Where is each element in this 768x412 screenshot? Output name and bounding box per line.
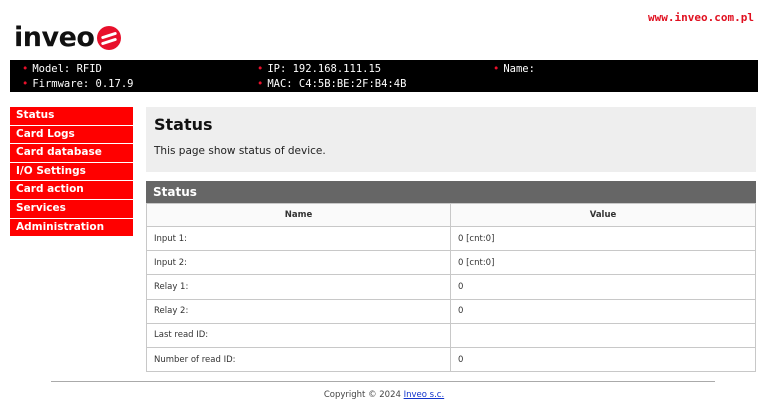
table-row: Input 2: 0 [cnt:0] bbox=[146, 250, 756, 276]
row-value bbox=[450, 322, 756, 348]
bullet-icon: • bbox=[22, 63, 29, 75]
bullet-icon: • bbox=[257, 78, 264, 90]
bullet-icon: • bbox=[257, 63, 264, 75]
menu-item-status[interactable]: Status bbox=[10, 107, 133, 126]
menu-item-services[interactable]: Services bbox=[10, 199, 133, 219]
firmware-text: Firmware: 0.17.9 bbox=[32, 78, 134, 90]
column-header-name: Name bbox=[146, 203, 451, 227]
table-header-row: Name Value bbox=[146, 203, 756, 227]
company-link[interactable]: Inveo s.c. bbox=[404, 390, 445, 400]
name-text: Name: bbox=[503, 63, 535, 75]
page-title: Status bbox=[154, 115, 213, 134]
row-value: 0 [cnt:0] bbox=[450, 225, 756, 252]
bullet-icon: • bbox=[493, 63, 500, 75]
row-name: Relay 2: bbox=[146, 298, 451, 324]
device-info-bar: • Model: RFID • Firmware: 0.17.9 • IP: 192.… bbox=[10, 60, 758, 92]
row-value: 0 bbox=[450, 298, 756, 324]
table-row: Input 1: 0 [cnt:0] bbox=[146, 225, 756, 252]
row-name: Input 1: bbox=[146, 225, 451, 252]
sidebar-menu: Status Card Logs Card database I/O Setti… bbox=[10, 107, 133, 238]
info-mac: • MAC: C4:5B:BE:2F:B4:4B bbox=[257, 78, 406, 90]
info-ip: • IP: 192.168.111.15 bbox=[257, 63, 381, 75]
model-text: Model: RFID bbox=[32, 63, 102, 75]
row-name: Last read ID: bbox=[146, 322, 451, 348]
inveo-logo: inveo bbox=[14, 21, 122, 53]
info-model: • Model: RFID bbox=[22, 63, 102, 75]
table-row: Relay 2: 0 bbox=[146, 298, 756, 324]
row-name: Number of read ID: bbox=[146, 346, 451, 373]
row-value: 0 [cnt:0] bbox=[450, 250, 756, 276]
menu-item-administration[interactable]: Administration bbox=[10, 218, 133, 238]
table-row: Number of read ID: 0 bbox=[146, 346, 756, 373]
info-name: • Name: bbox=[493, 63, 535, 75]
footer-divider bbox=[51, 381, 715, 382]
column-header-value: Value bbox=[450, 203, 756, 227]
copyright-text: Copyright © 2024 bbox=[323, 390, 404, 400]
website-link[interactable]: www.inveo.com.pl bbox=[648, 11, 754, 24]
bullet-icon: • bbox=[22, 78, 29, 90]
intro-panel: Status This page show status of device. bbox=[146, 107, 756, 172]
table-row: Relay 1: 0 bbox=[146, 274, 756, 300]
logo-text: inveo bbox=[14, 21, 95, 53]
status-table: Name Value Input 1: 0 [cnt:0] Input 2: 0… bbox=[146, 203, 756, 373]
footer: Copyright © 2024 Inveo s.c. bbox=[0, 390, 768, 400]
table-row: Last read ID: bbox=[146, 322, 756, 348]
page-description: This page show status of device. bbox=[154, 145, 326, 157]
status-panel-header: Status bbox=[146, 181, 756, 203]
row-name: Relay 1: bbox=[146, 274, 451, 300]
inveo-logo-icon bbox=[97, 26, 122, 50]
row-name: Input 2: bbox=[146, 250, 451, 276]
menu-item-card-action[interactable]: Card action bbox=[10, 181, 133, 200]
ip-text: IP: 192.168.111.15 bbox=[267, 63, 382, 75]
menu-item-card-logs[interactable]: Card Logs bbox=[10, 125, 133, 145]
info-firmware: • Firmware: 0.17.9 bbox=[22, 78, 133, 90]
menu-item-card-database[interactable]: Card database bbox=[10, 144, 133, 163]
row-value: 0 bbox=[450, 274, 756, 300]
mac-text: MAC: C4:5B:BE:2F:B4:4B bbox=[267, 78, 407, 90]
menu-item-io-settings[interactable]: I/O Settings bbox=[10, 162, 133, 182]
row-value: 0 bbox=[450, 346, 756, 373]
